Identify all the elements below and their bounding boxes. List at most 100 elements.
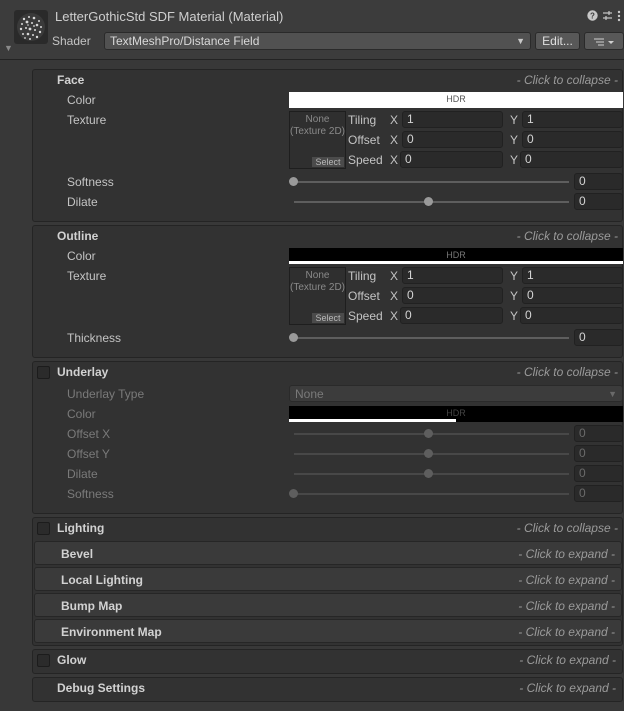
axis-x-label: X	[390, 113, 399, 127]
slider-knob[interactable]	[289, 333, 298, 342]
face-speed-x-field[interactable]: 0	[400, 151, 503, 168]
glow-title[interactable]: Glow	[57, 653, 86, 667]
face-speed-y-field[interactable]: 0	[520, 151, 623, 168]
underlay-softness-field[interactable]: 0	[574, 485, 623, 502]
axis-x-label: X	[390, 309, 399, 323]
outline-color-field[interactable]: HDR	[289, 248, 623, 264]
slider-knob[interactable]	[424, 429, 433, 438]
outline-offset-x-field[interactable]: 0	[402, 287, 503, 304]
outline-texture-slot[interactable]: None (Texture 2D) Select	[289, 267, 346, 325]
face-tiling-x-field[interactable]: 1	[402, 111, 503, 128]
underlay-color-label: Color	[67, 407, 96, 421]
foldout-arrow-icon[interactable]: ▼	[4, 43, 13, 53]
lighting-collapse-link[interactable]: - Click to collapse -	[450, 521, 618, 535]
face-dilate-label: Dilate	[67, 195, 98, 209]
underlay-collapse-link[interactable]: - Click to collapse -	[450, 365, 618, 379]
underlay-offset-y-label: Offset Y	[67, 447, 110, 461]
bevel-expand-link[interactable]: - Click to expand -	[518, 547, 615, 561]
underlay-softness-slider[interactable]	[294, 493, 569, 495]
bevel-subsection[interactable]: Bevel - Click to expand -	[34, 541, 622, 565]
face-collapse-link[interactable]: - Click to collapse -	[450, 73, 618, 87]
bevel-title: Bevel	[61, 547, 94, 561]
more-icon[interactable]	[614, 10, 624, 25]
local-lighting-subsection[interactable]: Local Lighting - Click to expand -	[34, 567, 622, 591]
axis-y-label: Y	[510, 113, 519, 127]
svg-text:?: ?	[590, 12, 595, 21]
face-dilate-field[interactable]: 0	[574, 193, 623, 210]
face-tiling-y-field[interactable]: 1	[522, 111, 623, 128]
face-softness-slider[interactable]	[294, 181, 569, 183]
outline-tiling-x-field[interactable]: 1	[402, 267, 503, 284]
debug-title[interactable]: Debug Settings	[57, 681, 145, 695]
hdr-label: HDR	[446, 94, 466, 104]
slider-knob[interactable]	[289, 177, 298, 186]
underlay-panel	[32, 361, 623, 514]
underlay-dilate-field[interactable]: 0	[574, 465, 623, 482]
underlay-softness-label: Softness	[67, 487, 114, 501]
face-color-field[interactable]: HDR	[289, 92, 623, 108]
debug-expand-link[interactable]: - Click to expand -	[450, 681, 616, 695]
face-texture-label: Texture	[67, 113, 107, 127]
underlay-offset-x-label: Offset X	[67, 427, 111, 441]
outline-thickness-slider[interactable]	[294, 337, 569, 339]
chevron-down-icon: ▼	[516, 36, 525, 46]
local-lighting-title: Local Lighting	[61, 573, 143, 587]
environment-map-expand-link[interactable]: - Click to expand -	[518, 625, 615, 639]
environment-map-title: Environment Map	[61, 625, 162, 639]
help-icon[interactable]: ?	[585, 10, 599, 24]
face-offset-x-field[interactable]: 0	[402, 131, 503, 148]
axis-y-label: Y	[510, 133, 519, 147]
face-speed-label: Speed	[348, 153, 383, 167]
edit-shader-button[interactable]: Edit...	[535, 32, 580, 50]
axis-x-label: X	[390, 133, 399, 147]
slider-knob[interactable]	[424, 197, 433, 206]
chevron-down-icon: ▼	[608, 389, 617, 399]
axis-x-label: X	[390, 153, 399, 167]
axis-x-label: X	[390, 269, 399, 283]
underlay-dilate-label: Dilate	[67, 467, 98, 481]
outline-thickness-label: Thickness	[67, 331, 122, 345]
preset-icon[interactable]	[600, 10, 614, 24]
face-title[interactable]: Face	[57, 73, 84, 87]
underlay-type-dropdown[interactable]: None ▼	[289, 385, 623, 402]
texture-select-button[interactable]: Select	[312, 313, 344, 323]
texture-select-button[interactable]: Select	[312, 157, 344, 167]
slider-knob[interactable]	[424, 469, 433, 478]
underlay-offset-x-field[interactable]: 0	[574, 425, 623, 442]
slider-knob[interactable]	[289, 489, 298, 498]
outline-speed-x-field[interactable]: 0	[400, 307, 503, 324]
local-lighting-expand-link[interactable]: - Click to expand -	[518, 573, 615, 587]
slider-knob[interactable]	[424, 449, 433, 458]
face-softness-field[interactable]: 0	[574, 173, 623, 190]
axis-y-label: Y	[510, 269, 519, 283]
underlay-color-field[interactable]: HDR	[289, 406, 623, 422]
underlay-toggle-checkbox[interactable]	[37, 366, 50, 379]
environment-map-subsection[interactable]: Environment Map - Click to expand -	[34, 619, 622, 643]
face-texture-slot[interactable]: None (Texture 2D) Select	[289, 111, 346, 169]
lighting-title[interactable]: Lighting	[57, 521, 104, 535]
underlay-offset-y-field[interactable]: 0	[574, 445, 623, 462]
texture-none-label: None (Texture 2D)	[290, 270, 346, 293]
outline-title[interactable]: Outline	[57, 229, 98, 243]
face-offset-y-field[interactable]: 0	[522, 131, 623, 148]
shader-dropdown[interactable]: TextMeshPro/Distance Field ▼	[104, 32, 531, 50]
outline-offset-y-field[interactable]: 0	[522, 287, 623, 304]
axis-x-label: X	[390, 289, 399, 303]
glow-expand-link[interactable]: - Click to expand -	[450, 653, 616, 667]
shader-label: Shader	[52, 34, 91, 48]
lighting-toggle-checkbox[interactable]	[37, 522, 50, 535]
glow-toggle-checkbox[interactable]	[37, 654, 50, 667]
outline-speed-y-field[interactable]: 0	[520, 307, 623, 324]
outline-thickness-field[interactable]: 0	[574, 329, 623, 346]
face-offset-label: Offset	[348, 133, 380, 147]
underlay-title[interactable]: Underlay	[57, 365, 108, 379]
list-menu-button[interactable]	[584, 32, 624, 50]
underlay-type-label: Underlay Type	[67, 387, 145, 401]
outline-offset-label: Offset	[348, 289, 380, 303]
outline-tiling-y-field[interactable]: 1	[522, 267, 623, 284]
texture-none-label: None (Texture 2D)	[290, 114, 346, 137]
bump-map-expand-link[interactable]: - Click to expand -	[518, 599, 615, 613]
underlay-type-value: None	[295, 387, 324, 401]
bump-map-subsection[interactable]: Bump Map - Click to expand -	[34, 593, 622, 617]
outline-collapse-link[interactable]: - Click to collapse -	[450, 229, 618, 243]
